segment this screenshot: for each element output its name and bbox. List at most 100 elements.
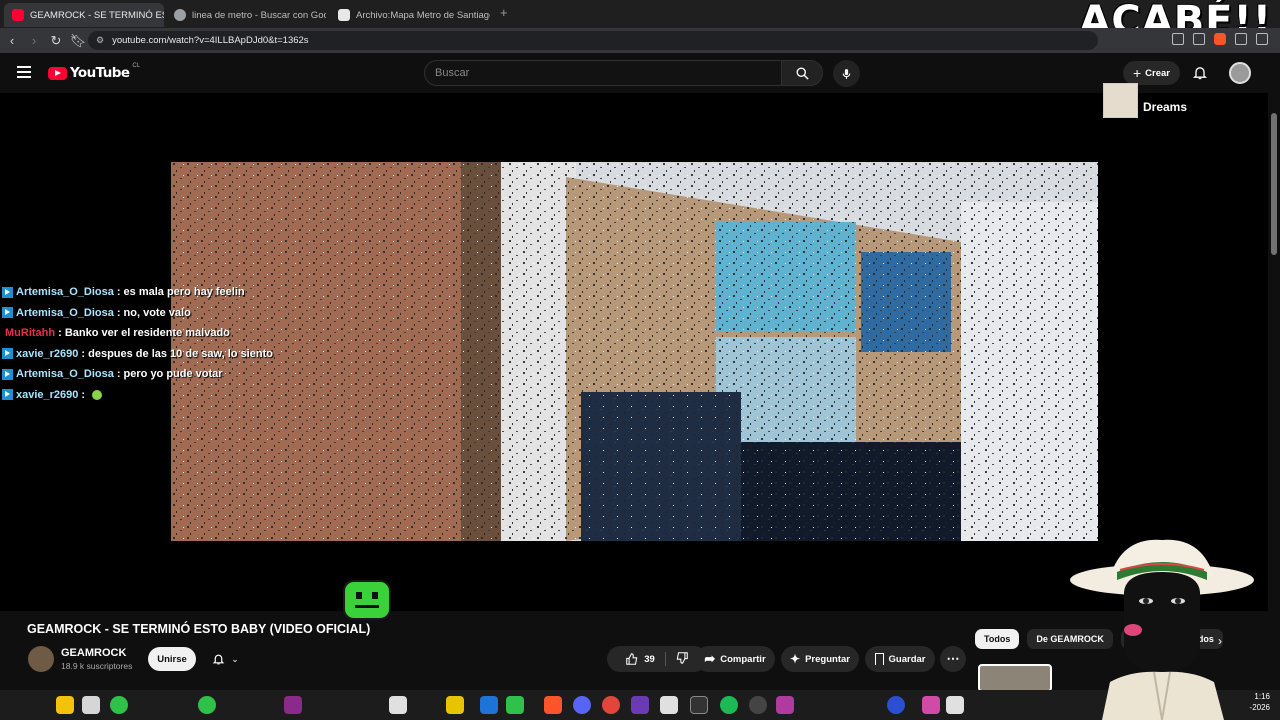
channel-avatar[interactable] [28,646,54,672]
green-mascot-icon [343,580,391,620]
site-settings-icon[interactable]: ⚙ [96,35,104,46]
chat-username: xavie_r2690 [16,388,79,401]
streamer-badge-icon [2,348,13,360]
youtube-favicon-icon [12,9,24,21]
microphone-icon [842,68,851,79]
plus-icon: + [1132,65,1142,81]
extensions-icon[interactable] [1235,33,1247,45]
share-label: Compartir [720,653,766,665]
now-playing-title[interactable]: Dreams [1143,100,1187,114]
streamer-badge-icon [2,368,13,380]
back-button[interactable]: ‹ [2,31,22,51]
bookmark-button[interactable]: 🔖︎ [68,31,88,51]
tab-title: GEAMROCK - SE TERMINÓ ESTO [30,9,164,21]
taskbar-app-icon[interactable] [506,696,524,714]
browser-tab-strip: GEAMROCK - SE TERMINÓ ESTO ✕ linea de me… [0,0,1280,44]
chat-message: Artemisa_O_Diosa : es mala pero hay feel… [2,282,273,303]
chat-message: xavie_r2690 : [2,385,273,406]
cast-icon[interactable] [1172,33,1184,45]
taskbar-app-icon[interactable] [82,696,100,714]
subscription-bell-button[interactable]: ⌄ [200,647,251,671]
bell-icon [212,654,225,665]
taskbar-app-icon[interactable] [389,696,407,714]
new-tab-button[interactable]: + [500,5,508,20]
bell-icon [1193,67,1207,80]
recommended-video-thumbnail[interactable] [978,664,1052,692]
taskbar-app-icon[interactable] [887,696,905,714]
chat-text: : Banko ver el residente malvado [58,327,230,339]
reload-icon: ↻ [50,32,62,48]
like-dislike-group: 39 [607,646,707,672]
share-arrow-icon: ➦ [704,651,716,666]
browser-toolbar: ‹ › ↻ 🔖︎ ⚙ youtube.com/watch?v=4ILLBApDJ… [0,28,1280,53]
streamer-badge-icon [2,389,13,401]
video-picture [171,162,1098,541]
tab-title: linea de metro - Buscar con Google [192,9,326,21]
chat-username: Artemisa_O_Diosa [16,306,114,319]
page-scrollbar[interactable] [1268,53,1280,693]
taskbar-app-icon[interactable] [284,696,302,714]
taskbar-app-icon[interactable] [110,696,128,714]
voice-search-button[interactable] [833,60,860,87]
create-button[interactable]: + Crear [1123,61,1180,85]
share-button[interactable]: ➦ Compartir [695,646,775,672]
taskbar-app-icon[interactable] [946,696,964,714]
save-button[interactable]: Guardar [865,646,935,672]
discord-icon[interactable] [573,696,591,714]
reload-button[interactable]: ↻ [46,31,66,51]
url-text: youtube.com/watch?v=4ILLBApDJd0&t=1362s [112,35,309,46]
taskbar-app-icon[interactable] [660,696,678,714]
youtube-logo[interactable]: YouTube CL [48,63,140,81]
chat-username: MuRitahh [5,327,56,339]
youtube-play-icon [48,66,67,80]
like-button[interactable]: 39 [625,652,666,666]
scrollbar-thumb[interactable] [1271,113,1277,255]
tab-wikipedia[interactable]: Archivo:Mapa Metro de Santiago.png [330,3,490,27]
tab-title: Archivo:Mapa Metro de Santiago.png [356,9,490,21]
chat-text: : es mala pero hay feelin [116,286,245,298]
terminal-icon[interactable] [690,696,708,714]
taskbar-app-icon[interactable] [749,696,767,714]
chat-username: Artemisa_O_Diosa [16,286,114,298]
taskbar-app-icon[interactable] [56,696,74,714]
like-count: 39 [644,653,655,665]
forward-button[interactable]: › [24,31,44,51]
join-button[interactable]: Unirse [148,647,196,671]
tab-google-search[interactable]: linea de metro - Buscar con Google [166,3,326,27]
file-explorer-icon[interactable] [480,696,498,714]
tab-youtube[interactable]: GEAMROCK - SE TERMINÓ ESTO ✕ [4,3,164,27]
bookmark-icon [874,653,884,665]
menu-icon[interactable] [17,66,31,78]
taskbar-app-icon[interactable] [446,696,464,714]
search-button[interactable] [781,60,823,86]
notifications-button[interactable] [1192,64,1208,86]
screenshot-icon[interactable] [1256,33,1268,45]
brave-shield-icon[interactable] [1214,33,1226,45]
youtube-header: YouTube CL Buscar + Crear [0,53,1280,93]
now-playing-thumbnail[interactable] [1103,83,1138,118]
chat-message: xavie_r2690 : despues de las 10 de saw, … [2,344,273,365]
chevron-down-icon: ⌄ [231,653,239,664]
search-input[interactable]: Buscar [424,60,782,86]
taskbar-app-icon[interactable] [776,696,794,714]
chrome-icon[interactable] [602,696,620,714]
ask-button[interactable]: ✦ Preguntar [781,646,859,672]
more-actions-button[interactable]: ⋯ [940,646,966,672]
account-avatar[interactable] [1229,62,1251,84]
taskbar-app-icon[interactable] [631,696,649,714]
address-bar[interactable]: ⚙ youtube.com/watch?v=4ILLBApDJd0&t=1362… [88,31,1098,50]
share-icon[interactable] [1193,33,1205,45]
subscriber-count: 18.9 k suscriptores [61,661,133,671]
logo-wordmark: YouTube [70,65,130,81]
channel-name[interactable]: GEAMROCK [61,647,126,659]
taskbar-app-icon[interactable] [198,696,216,714]
chat-text: : pero yo pude votar [116,368,223,380]
extension-icons [1172,33,1268,45]
bookmark-icon: 🔖︎ [69,32,87,48]
dislike-button[interactable] [671,651,689,668]
brave-browser-icon[interactable] [544,696,562,714]
chip-todos[interactable]: Todos [975,629,1020,649]
spotify-icon[interactable] [720,696,738,714]
chat-overlay: Artemisa_O_Diosa : es mala pero hay feel… [2,282,273,405]
taskbar-app-icon[interactable] [922,696,940,714]
